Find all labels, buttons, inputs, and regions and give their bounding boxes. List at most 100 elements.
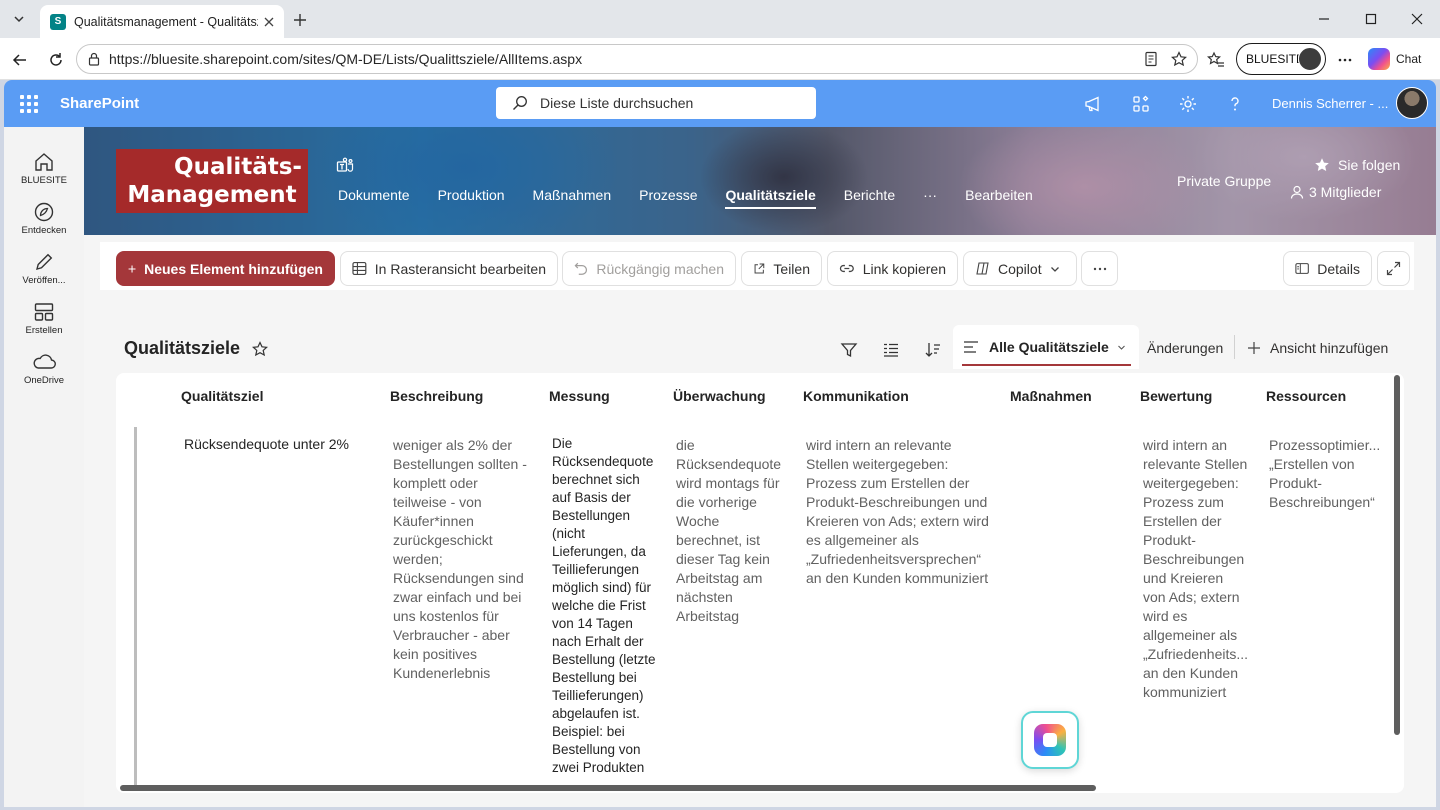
announcement-button[interactable] [1082,93,1104,115]
browser-tabstrip: S Qualitätsmanagement - Qualitätsziele [0,0,1440,38]
follow-button[interactable]: Sie folgen [1314,157,1400,173]
details-button[interactable]: Details [1283,251,1372,286]
maximize-button[interactable] [1348,0,1394,38]
appbar-item-discover[interactable]: Entdecken [4,201,84,236]
copilot-floating-button[interactable] [1021,711,1079,769]
site-logo[interactable]: Qualitäts- Management [116,149,308,213]
nav-item-more[interactable]: ··· [923,187,937,209]
arrow-left-icon [12,54,26,66]
cell-beschreibung: weniger als 2% der Bestellungen sollten -… [393,436,533,683]
share-button[interactable]: Teilen [741,251,822,286]
view-tab-changes[interactable]: Änderungen [1147,340,1223,356]
sharepoint-brand[interactable]: SharePoint [60,95,139,112]
members-label: 3 Mitglieder [1309,184,1382,200]
home-icon [35,153,53,171]
active-view-underline [962,364,1131,366]
members-button[interactable]: 3 Mitglieder [1290,184,1381,200]
minimize-button[interactable] [1301,0,1347,38]
list-search-box[interactable]: Diese Liste durchsuchen [496,87,816,119]
appbar-item-publish[interactable]: Veröffen... [4,251,84,286]
browser-tab[interactable]: S Qualitätsmanagement - Qualitätsziele [40,5,284,38]
cell-text-line: Prozessoptimier... [1269,437,1381,453]
column-header-messung[interactable]: Messung [549,388,610,404]
help-button[interactable] [1224,93,1246,115]
grid-edit-button[interactable]: In Rasteransicht bearbeiten [340,251,558,286]
column-header-massnahmen[interactable]: Maßnahmen [1010,388,1092,404]
nav-item-produktion[interactable]: Produktion [438,187,505,209]
link-icon [839,264,854,273]
cell-qualitaetsziel[interactable]: Rücksendequote unter 2% [184,435,349,454]
cell-text-line: abgelaufen ist. [552,706,640,721]
new-tab-button[interactable] [288,8,312,32]
profile-avatar [1298,47,1322,71]
user-avatar[interactable] [1396,87,1428,119]
teams-logo-icon [336,157,354,172]
reader-mode-button[interactable] [1143,51,1159,67]
nav-item-massnahmen[interactable]: Maßnahmen [533,187,612,209]
nav-item-qualitaetsziele[interactable]: Qualitätsziele [725,187,817,209]
nav-item-berichte[interactable]: Berichte [844,187,895,209]
filter-button[interactable] [838,339,860,361]
reload-icon [50,53,62,66]
cell-text-line: an den Kunden kommuniziert [806,570,989,586]
nav-item-prozesse[interactable]: Prozesse [639,187,697,209]
user-name[interactable]: Dennis Scherrer - ... [1272,96,1388,111]
cell-text-line: Prozess zum Erstellen der [806,475,970,491]
column-header-ueberwachung[interactable]: Überwachung [673,388,766,404]
tab-list-button[interactable] [6,6,32,32]
cell-text-line: berechnet, ist [676,532,761,548]
row-selection-marker[interactable] [134,427,137,787]
vertical-scrollbar[interactable] [1394,375,1400,735]
nav-item-dokumente[interactable]: Dokumente [338,187,410,209]
sharepoint-favicon-icon: S [50,13,66,30]
appbar-item-onedrive[interactable]: OneDrive [4,351,84,386]
favorite-button[interactable] [1171,51,1187,67]
favorites-bar-button[interactable] [1202,46,1230,74]
add-view-button[interactable]: Ansicht hinzufügen [1247,340,1388,356]
star-outline-icon[interactable] [252,340,269,357]
tab-close-button[interactable] [264,17,274,27]
nav-item-edit[interactable]: Bearbeiten [965,187,1033,209]
privacy-label: Private Gruppe [1177,173,1272,189]
view-tab-all[interactable]: Alle Qualitätsziele [953,325,1139,369]
copy-link-button[interactable]: Link kopieren [827,251,958,286]
more-commands-button[interactable] [1081,251,1118,286]
column-header-bewertung[interactable]: Bewertung [1140,388,1212,404]
horizontal-scrollbar[interactable] [120,785,1096,791]
settings-more-button[interactable] [1331,46,1359,74]
app-switcher-button[interactable] [1130,93,1152,115]
lock-icon [88,52,100,66]
logo-line-1: Qualitäts- [174,154,302,180]
sort-button[interactable] [922,339,944,361]
cell-text-line: Bestellung bei [552,670,637,685]
address-bar[interactable]: https://bluesite.sharepoint.com/sites/QM… [76,44,1198,74]
cell-text-line: wird intern an [1143,437,1228,453]
close-window-button[interactable] [1394,0,1440,38]
appbar-item-create[interactable]: Erstellen [4,301,84,336]
new-item-button[interactable]: Neues Element hinzufügen [116,251,335,286]
appbar-item-home[interactable]: BLUESITE [4,151,84,186]
cell-text-line: werden; [393,551,443,567]
app-launcher-icon[interactable] [20,95,38,113]
cell-text-line: dieser Tag kein [676,551,770,567]
share-label: Teilen [773,260,810,277]
fullscreen-button[interactable] [1377,251,1410,286]
cell-text-line: von 14 Tagen [552,616,633,631]
appbar-label: OneDrive [23,375,65,386]
profile-button[interactable]: BLUESITE [1236,43,1326,75]
reload-button[interactable] [42,46,70,74]
column-header-qualitaetsziel[interactable]: Qualitätsziel [181,388,263,404]
undo-button[interactable]: Rückgängig machen [562,251,736,286]
copilot-chat-button[interactable]: Chat [1368,46,1421,72]
cell-text-line: es allgemeiner als [806,532,919,548]
settings-button[interactable] [1177,93,1199,115]
back-button[interactable] [6,46,34,74]
column-header-beschreibung[interactable]: Beschreibung [390,388,483,404]
cell-text-line: Beschreibungen“ [1269,494,1375,510]
column-header-ressourcen[interactable]: Ressourcen [1266,388,1346,404]
teams-icon[interactable] [336,157,354,175]
group-button[interactable] [880,339,902,361]
plus-icon [1248,342,1260,354]
column-header-kommunikation[interactable]: Kommunikation [803,388,909,404]
copilot-button[interactable]: Copilot [963,251,1077,286]
